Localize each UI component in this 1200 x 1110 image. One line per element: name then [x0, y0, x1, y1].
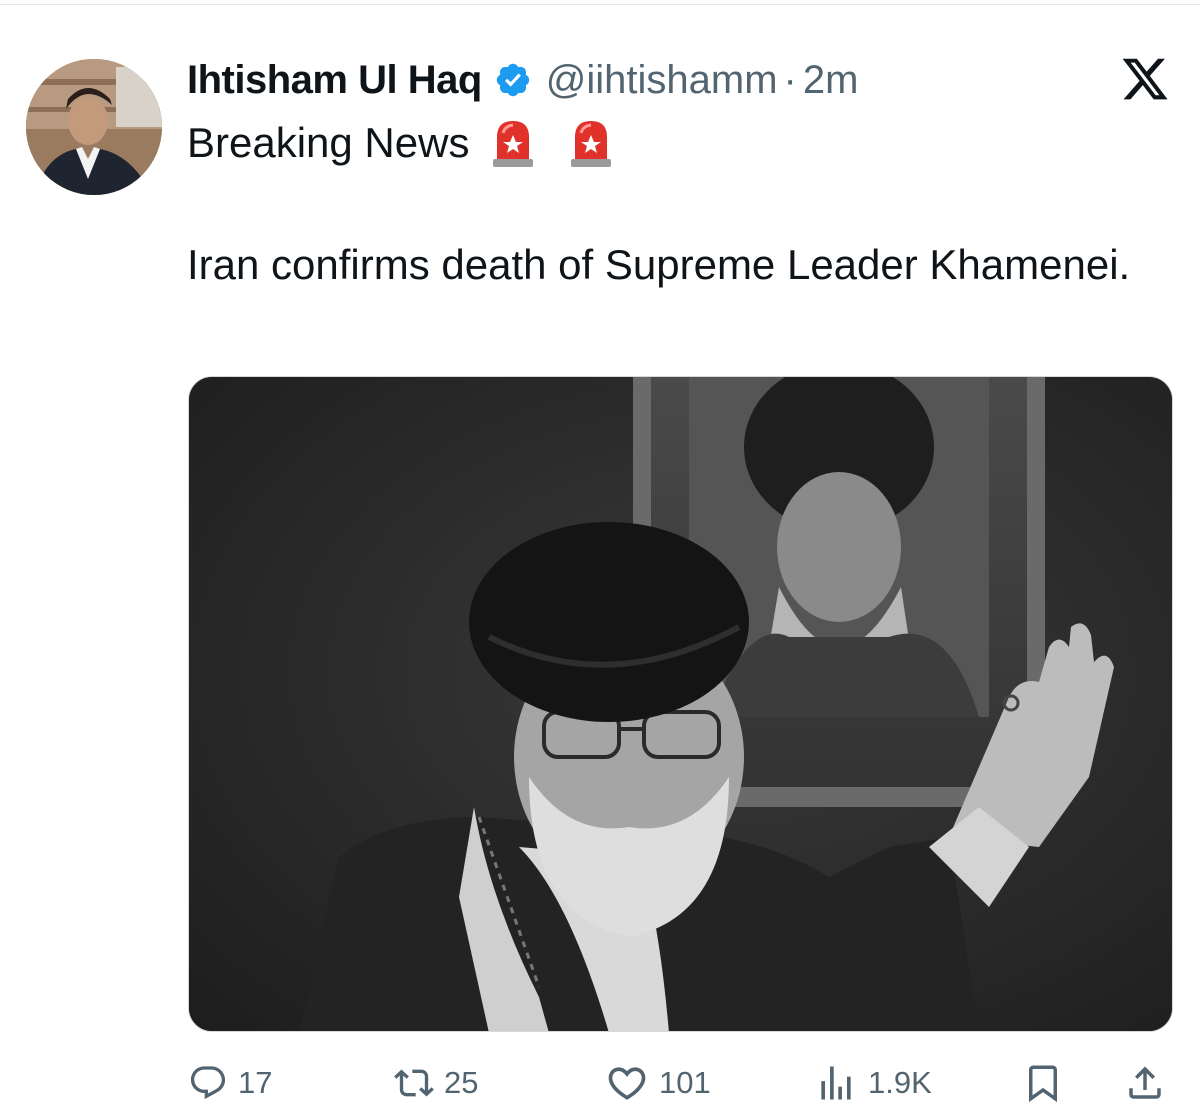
post-text: Iran confirms death of Supreme Leader Kh… [187, 241, 1131, 288]
siren-icon [491, 117, 535, 169]
bookmark-icon [1029, 1065, 1057, 1103]
heart-icon [608, 1067, 646, 1100]
share-icon [1129, 1066, 1161, 1099]
siren-icon [569, 117, 613, 169]
retweet-button[interactable]: 25 [394, 1060, 478, 1106]
avatar-image [26, 59, 162, 195]
tweet-card: Ihtisham Ul Haq @iihtishamm · 2m Breakin… [0, 0, 1200, 1110]
views-icon [821, 1066, 851, 1100]
reply-button[interactable]: 17 [188, 1060, 272, 1106]
timestamp[interactable]: 2m [803, 58, 859, 103]
avatar[interactable] [26, 59, 162, 195]
reply-icon [190, 1066, 226, 1100]
media-photo [189, 377, 1172, 1031]
views-count: 1.9K [868, 1065, 932, 1100]
share-button[interactable] [1124, 1060, 1166, 1106]
divider [0, 4, 1200, 5]
like-count: 101 [659, 1065, 711, 1100]
bookmark-button[interactable] [1022, 1060, 1064, 1106]
post-header: Ihtisham Ul Haq @iihtishamm · 2m [187, 56, 858, 104]
post-subtitle-line: Breaking News [187, 116, 613, 170]
retweet-count: 25 [444, 1065, 479, 1100]
reply-count: 17 [238, 1065, 273, 1100]
action-bar: 17 25 101 1.9K [0, 1060, 1200, 1106]
post-media[interactable] [188, 376, 1173, 1032]
display-name[interactable]: Ihtisham Ul Haq [187, 58, 482, 103]
x-logo-icon[interactable] [1120, 54, 1170, 104]
handle[interactable]: @iihtishamm [546, 58, 778, 103]
separator-dot: · [783, 57, 797, 102]
retweet-icon [394, 1069, 434, 1097]
views-button[interactable]: 1.9K [814, 1060, 932, 1106]
like-button[interactable]: 101 [605, 1060, 711, 1106]
verified-badge-icon[interactable] [494, 61, 532, 99]
post-subtitle: Breaking News [187, 119, 470, 166]
